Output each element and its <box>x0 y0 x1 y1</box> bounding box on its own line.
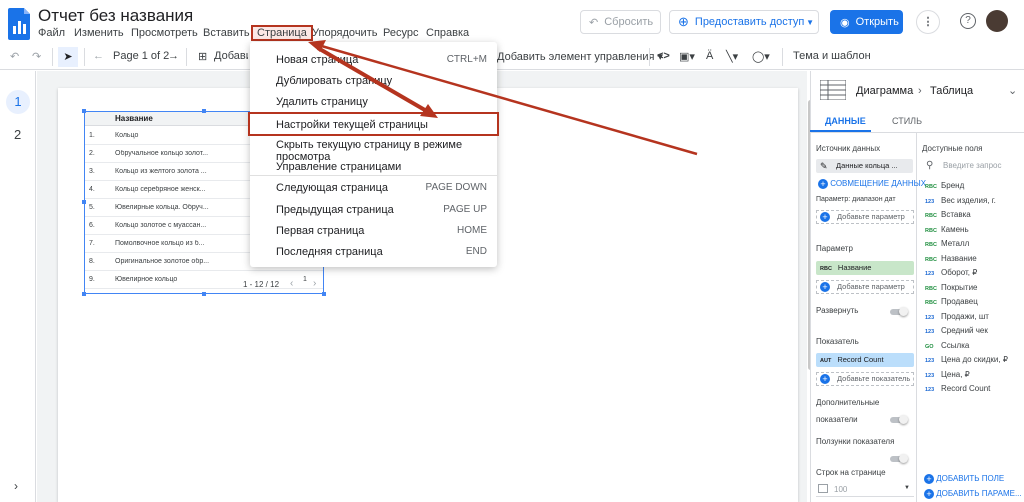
extra-metrics-label-2: показатели <box>816 415 858 424</box>
breadcrumb-chart[interactable]: Диаграмма <box>856 85 913 97</box>
extra-metrics-label: Дополнительные <box>816 398 880 407</box>
field-item[interactable]: 123 Средний чек <box>925 326 988 335</box>
add-icon: + <box>820 212 830 222</box>
available-fields-title: Доступные поля <box>922 144 983 153</box>
expand-label: Развернуть <box>816 306 859 315</box>
field-type-icon: 123 <box>925 329 935 335</box>
field-item[interactable]: RBC Камень <box>925 225 969 234</box>
field-name: Цена, ₽ <box>941 369 970 379</box>
add-field-button[interactable]: + ДОБАВИТЬ ПОЛЕ <box>924 473 1004 484</box>
field-type-icon: RBC <box>925 256 937 263</box>
rows-per-page-label: Строк на странице <box>816 468 886 477</box>
rows-per-page-select[interactable]: 100 ▼ <box>816 483 914 497</box>
table-chart-icon <box>820 80 846 100</box>
field-name: Record Count <box>941 384 991 393</box>
field-item[interactable]: 123 Вес изделия, г. <box>925 196 996 205</box>
field-type-icon: RBC <box>925 213 937 219</box>
expand-toggle[interactable] <box>890 307 908 316</box>
field-type-icon: RBC <box>925 300 937 306</box>
field-item[interactable]: 123 Продажи, шт <box>925 312 989 321</box>
field-item[interactable]: RBC Металл <box>925 239 969 248</box>
field-item[interactable]: RBC Покрытие <box>925 283 977 292</box>
extra-metrics-toggle[interactable] <box>890 415 908 424</box>
field-name: Металл <box>941 239 970 248</box>
table-icon <box>818 484 828 493</box>
field-name: Оборот, ₽ <box>941 268 978 277</box>
field-name: Средний чек <box>941 326 988 335</box>
field-search-input[interactable]: Введите запрос <box>943 161 1002 170</box>
tab-divider <box>810 132 1024 133</box>
field-type-icon: RBC <box>925 227 937 234</box>
dimension-title: Параметр <box>816 244 853 253</box>
metric-title: Показатель <box>816 337 859 346</box>
field-type-icon: 123 <box>925 358 935 364</box>
field-item[interactable]: 123 Цена до скидки, ₽ <box>925 355 1008 364</box>
blend-data-button[interactable]: + СОВМЕЩЕНИЕ ДАННЫХ <box>818 178 926 189</box>
field-item[interactable]: RBC Название <box>925 254 977 263</box>
field-name: Цена до скидки, ₽ <box>941 355 1008 364</box>
dimension-chip[interactable]: RBC Название <box>816 261 914 275</box>
add-parameter-button[interactable]: + Добавьте параметр <box>816 210 914 224</box>
search-icon: ⚲ <box>926 160 934 171</box>
chevron-down-icon: ▼ <box>904 485 910 491</box>
field-type-icon: 123 <box>925 372 935 379</box>
field-name: Вставка <box>941 210 971 219</box>
add-icon: + <box>924 474 934 484</box>
field-name: Покрытие <box>941 282 978 292</box>
field-item[interactable]: RBC Бренд <box>925 181 964 190</box>
field-name: Камень <box>941 224 969 234</box>
annotation-arrow-line <box>316 46 432 115</box>
metric-sliders-label: Ползунки показателя <box>816 437 895 446</box>
field-type-icon: 123 <box>925 314 935 321</box>
add-param-button[interactable]: + ДОБАВИТЬ ПАРАМЕ... <box>924 488 1022 499</box>
data-source-chip[interactable]: ✎ Данные кольца ... <box>816 159 913 173</box>
field-item[interactable]: 123 Цена, ₽ <box>925 370 970 379</box>
field-type-icon: RBC <box>925 184 937 190</box>
add-metric-button[interactable]: + Добавьте показатель <box>816 372 914 386</box>
tab-style[interactable]: СТИЛЬ <box>892 116 922 126</box>
add-icon: + <box>924 489 934 499</box>
metric-chip[interactable]: AUT Record Count <box>816 353 914 367</box>
field-name: Ссылка <box>941 340 970 350</box>
annotation-arrow-line <box>317 43 698 156</box>
breadcrumb-table[interactable]: Таблица <box>930 85 973 97</box>
field-item[interactable]: RBC Вставка <box>925 210 971 219</box>
field-type-icon: RBC <box>925 242 937 248</box>
pencil-icon[interactable]: ✎ <box>820 159 828 173</box>
add-icon: + <box>820 374 830 384</box>
date-param-title: Параметр: диапазон дат <box>816 196 896 203</box>
metric-sliders-toggle[interactable] <box>890 454 908 463</box>
field-item[interactable]: RBC Продавец <box>925 297 978 306</box>
data-source-title: Источник данных <box>816 144 881 153</box>
field-type-icon: 123 <box>925 271 935 277</box>
add-icon: + <box>820 282 830 292</box>
field-name: Вес изделия, г. <box>941 195 996 205</box>
field-name: Продавец <box>941 297 978 306</box>
field-item[interactable]: 123 Оборот, ₽ <box>925 268 977 277</box>
field-name: Продажи, шт <box>941 311 989 321</box>
field-name: Название <box>941 253 977 263</box>
panel-divider <box>916 133 917 502</box>
field-item[interactable]: 123 Record Count <box>925 384 990 393</box>
chevron-down-icon[interactable]: ⌄ <box>1008 84 1017 97</box>
field-type-icon: GO <box>925 343 934 350</box>
field-item[interactable]: GO Ссылка <box>925 341 969 350</box>
field-type-icon: 123 <box>925 387 935 393</box>
field-type-icon: 123 <box>925 198 935 205</box>
chevron-right-icon: › <box>918 85 922 97</box>
add-icon: + <box>818 179 828 189</box>
tab-data[interactable]: ДАННЫЕ <box>825 116 866 126</box>
add-dimension-button[interactable]: + Добавьте параметр <box>816 280 914 294</box>
field-name: Бренд <box>941 181 965 190</box>
field-type-icon: RBC <box>925 285 937 292</box>
